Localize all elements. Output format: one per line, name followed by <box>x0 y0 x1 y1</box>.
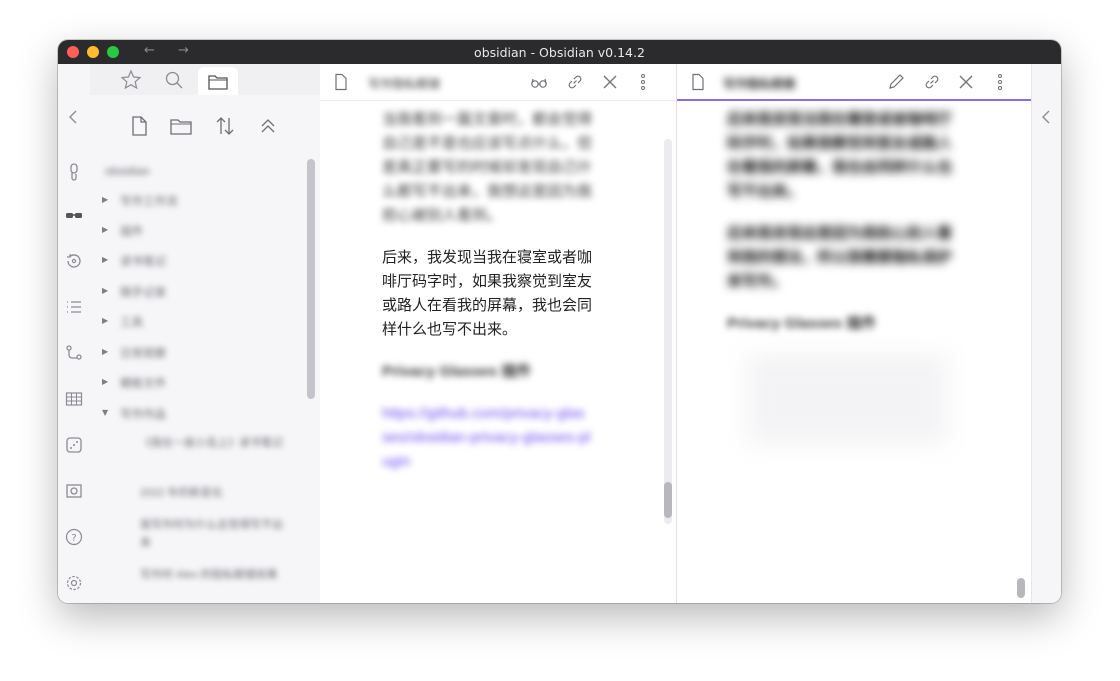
collapsed-triangle-icon: ▶ <box>102 255 109 264</box>
folder-label: 日常观察 <box>120 348 166 360</box>
pane-header-active: 写作隐私眼镜 <box>677 64 1031 101</box>
screenshot-icon[interactable] <box>65 482 83 500</box>
help-icon[interactable]: ? <box>65 528 83 546</box>
folder-label: 插件 <box>120 226 143 238</box>
sort-icon[interactable] <box>214 115 236 137</box>
folder-label: 写作工作流 <box>120 196 178 208</box>
editor-pane-left: 写作隐私眼镜 当我看到一篇文章时，都会觉得自己是不是也应该写点什么，但是真正要写… <box>320 64 677 603</box>
svg-text:?: ? <box>71 533 76 544</box>
pane-title: 写作隐私眼镜 <box>368 77 441 91</box>
collapse-all-icon[interactable] <box>257 115 279 137</box>
window-title: obsidian - Obsidian v0.14.2 <box>474 45 645 60</box>
folder-label: 模板文件 <box>120 378 166 390</box>
sidebar-scrollbar[interactable] <box>307 159 315 399</box>
star-icon[interactable] <box>120 69 142 91</box>
search-icon[interactable] <box>163 69 185 91</box>
pane-scrollbar-thumb[interactable] <box>1017 578 1025 598</box>
note-content[interactable]: 当我看到一篇文章时，都会觉得自己是不是也应该写点什么，但是真正要写的时候却发现自… <box>382 108 592 492</box>
tree-file[interactable]: 《我在一座小岛上》读书笔记 <box>140 434 290 452</box>
pane-header: 写作隐私眼镜 <box>320 64 676 101</box>
folder-icon <box>208 75 228 90</box>
editor-pane-right: 写作隐私眼镜 后来我发现当我在寝室或者咖啡厅码字时，如果我察觉到室友或路人在看我… <box>677 64 1031 603</box>
file-icon <box>335 73 347 91</box>
blurred-heading: Privacy Glasses 插件 <box>727 315 877 332</box>
blurred-content-block <box>747 354 947 444</box>
sidebar-tabs <box>90 64 320 95</box>
history-icon[interactable] <box>65 252 83 270</box>
tree-file[interactable]: 写作时 Alex 的隐私眼镜效果 <box>140 566 290 584</box>
blurred-paragraph: 后来我发现当我在寝室或者咖啡厅码字时，如果我察觉到室友或路人在看我的屏幕，我也会… <box>727 111 953 200</box>
glasses-icon[interactable] <box>65 206 83 224</box>
settings-icon[interactable] <box>65 574 83 592</box>
collapsed-triangle-icon: ▶ <box>102 195 109 204</box>
more-options-icon[interactable] <box>634 73 652 91</box>
blurred-link[interactable]: https://github.com/privacy-glasses/obsid… <box>382 402 592 474</box>
pane-scrollbar-thumb[interactable] <box>664 482 672 518</box>
collapsed-triangle-icon: ▶ <box>102 286 109 295</box>
new-folder-icon[interactable] <box>170 115 192 137</box>
file-icon <box>692 73 704 91</box>
tab-file-explorer[interactable] <box>198 67 238 95</box>
note-content-preview[interactable]: 后来我发现当我在寝室或者咖啡厅码字时，如果我察觉到室友或路人在看我的屏幕，我也会… <box>727 108 957 444</box>
collapsed-triangle-icon: ▶ <box>102 377 109 386</box>
collapsed-triangle-icon: ▶ <box>102 316 109 325</box>
expanded-triangle-icon: ▼ <box>102 408 109 417</box>
collapsed-triangle-icon: ▶ <box>102 225 109 234</box>
chevron-left-icon[interactable] <box>65 108 83 126</box>
pane-title: 写作隐私眼镜 <box>723 77 796 91</box>
visible-paragraph: 后来，我发现当我在寝室或者咖啡厅码字时，如果我察觉到室友或路人在看我的屏幕，我也… <box>382 249 593 338</box>
reading-mode-icon[interactable] <box>530 73 548 91</box>
dice-icon[interactable] <box>65 436 83 454</box>
table-icon[interactable] <box>65 390 83 408</box>
vault-name: obsidian <box>105 164 150 178</box>
edit-pencil-icon[interactable] <box>887 73 905 91</box>
app-window: ← → obsidian - Obsidian v0.14.2 ? obsidi… <box>58 40 1061 603</box>
close-pane-icon[interactable] <box>957 73 975 91</box>
pane-scrollbar-track[interactable] <box>664 139 672 524</box>
blurred-heading: Privacy Glasses 插件 <box>382 363 532 380</box>
close-pane-icon[interactable] <box>601 73 619 91</box>
collapsed-triangle-icon: ▶ <box>102 347 109 356</box>
title-bar: ← → obsidian - Obsidian v0.14.2 <box>58 40 1061 64</box>
folder-label: 写作作品 <box>120 409 166 421</box>
tree-file[interactable]: 我写作时为什么总觉得写不出来 <box>140 516 290 552</box>
link-chain-icon[interactable] <box>923 73 941 91</box>
tree-file[interactable]: 2022 年的新变化 <box>140 484 290 502</box>
more-options-icon[interactable] <box>991 73 1009 91</box>
file-explorer-toolbar <box>90 95 320 155</box>
folder-label: 工具 <box>120 317 143 329</box>
link-icon[interactable] <box>65 163 83 181</box>
blurred-paragraph: 后来我发现这是因为我担心别人看到我的想法，所以我需要隐私保护来写作。 <box>727 225 953 290</box>
right-sidebar-collapsed <box>1031 64 1061 603</box>
link-chain-icon[interactable] <box>566 73 584 91</box>
chevron-left-icon[interactable] <box>1038 108 1056 126</box>
graph-icon[interactable] <box>65 344 83 362</box>
file-explorer-sidebar: obsidian ▶ 写作工作流 ▶ 插件 ▶ 读书笔记 ▶ 随手记录 ▶ 工具 ▶ 日常观… <box>90 64 321 603</box>
folder-label: 读书笔记 <box>120 256 166 268</box>
list-icon[interactable] <box>65 298 83 316</box>
new-note-icon[interactable] <box>128 115 150 137</box>
folder-label: 随手记录 <box>120 287 166 299</box>
ribbon: ? <box>58 64 91 603</box>
blurred-paragraph: 当我看到一篇文章时，都会觉得自己是不是也应该写点什么，但是真正要写的时候却发现自… <box>382 111 593 224</box>
